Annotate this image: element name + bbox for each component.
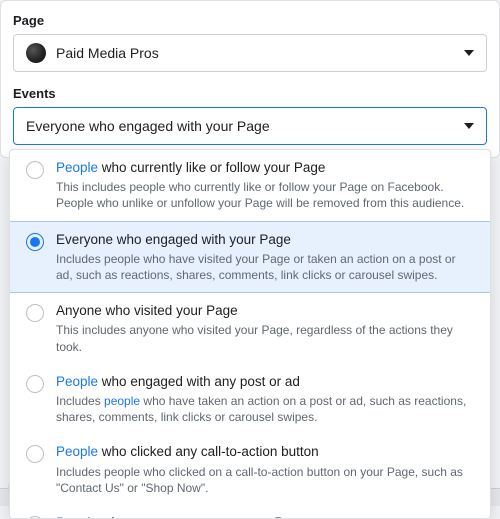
event-option[interactable]: People who currently like or follow your… (10, 150, 490, 221)
events-label: Events (13, 86, 487, 101)
event-option[interactable]: People who clicked any call-to-action bu… (10, 434, 490, 505)
events-field: Events Everyone who engaged with your Pa… (13, 86, 487, 145)
title-rest: Anyone who visited your Page (56, 303, 238, 318)
caret-down-icon (464, 123, 474, 129)
events-select[interactable]: Everyone who engaged with your Page (13, 107, 487, 145)
title-rest: who engaged with any post or ad (98, 374, 300, 389)
event-option[interactable]: Anyone who visited your Page This includ… (10, 293, 490, 364)
title-linkword: People (56, 444, 98, 459)
caret-down-icon (464, 50, 474, 56)
title-rest: who clicked any call-to-action button (98, 444, 319, 459)
page-label: Page (13, 13, 487, 28)
option-desc: This includes anyone who visited your Pa… (56, 322, 474, 354)
page-select-value: Paid Media Pros (56, 45, 159, 61)
option-desc: Includes people who have visited your Pa… (56, 251, 474, 283)
option-desc: Includes people who clicked on a call-to… (56, 464, 474, 496)
event-option[interactable]: People who engaged with any post or ad I… (10, 364, 490, 435)
title-rest: who sent a message to your Page (98, 515, 306, 519)
radio-icon (26, 161, 44, 179)
radio-icon (26, 375, 44, 393)
event-option[interactable]: People who sent a message to your Page T… (10, 505, 490, 519)
title-rest: Everyone who engaged with your Page (56, 232, 291, 247)
page-avatar-icon (26, 43, 46, 63)
title-linkword: People (56, 515, 98, 519)
radio-icon (26, 304, 44, 322)
option-desc: This includes people who currently like … (56, 179, 474, 211)
option-desc: Includes people who have taken an action… (56, 393, 474, 425)
event-option-selected[interactable]: Everyone who engaged with your Page Incl… (10, 221, 490, 294)
page-select[interactable]: Paid Media Pros (13, 34, 487, 72)
events-dropdown: People who currently like or follow your… (9, 149, 491, 519)
page-field: Page Paid Media Pros (13, 13, 487, 72)
title-rest: who currently like or follow your Page (98, 160, 325, 175)
title-linkword: People (56, 374, 98, 389)
events-select-value: Everyone who engaged with your Page (26, 118, 270, 134)
audience-form-panel: Page Paid Media Pros Events Everyone who… (0, 0, 500, 158)
radio-checked-icon (26, 233, 44, 251)
title-linkword: People (56, 160, 98, 175)
radio-icon (26, 445, 44, 463)
